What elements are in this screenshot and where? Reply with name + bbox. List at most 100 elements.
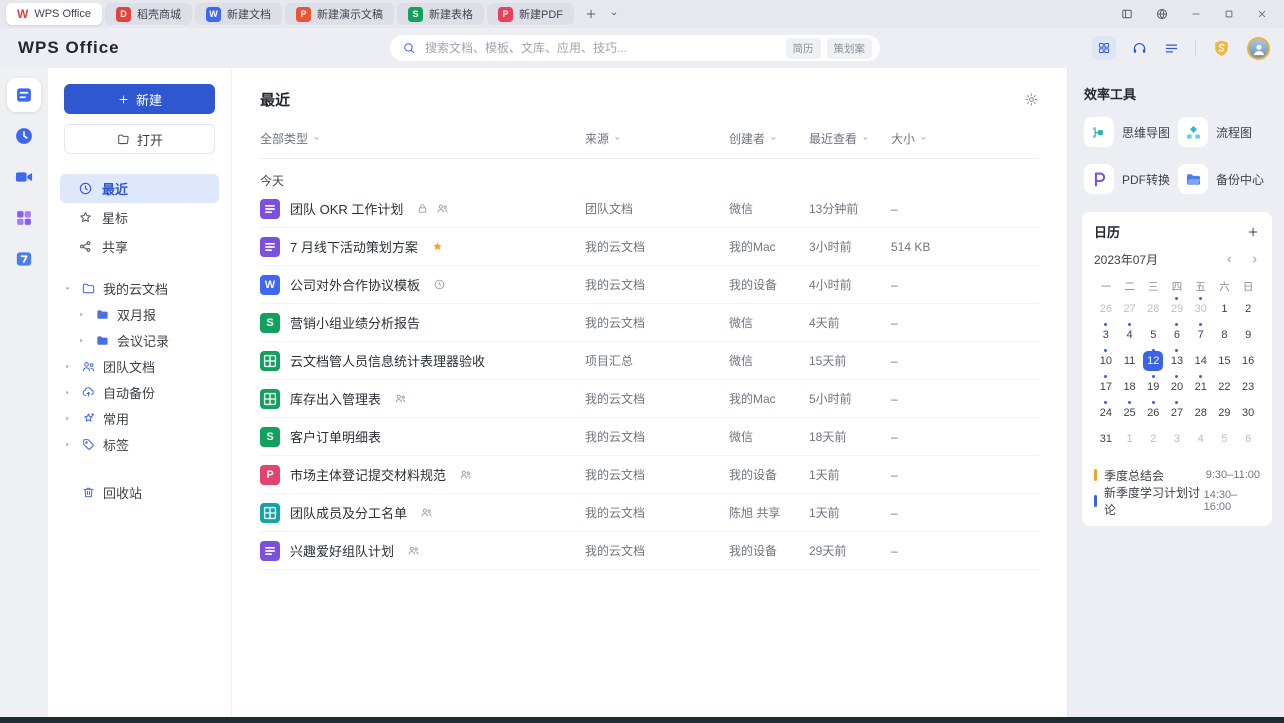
calendar-day[interactable]: 9 [1236,322,1260,348]
file-row-4[interactable]: 云文档管人员信息统计表理器验收 项目汇总 微信 15天前 – [260,342,1039,380]
calendar-day[interactable]: 5 [1141,322,1165,348]
close-window-button[interactable] [1256,8,1268,20]
calendar-day[interactable]: 19 [1141,374,1165,400]
tool-1[interactable]: 流程图 [1178,117,1272,147]
calendar-day[interactable]: 8 [1213,322,1237,348]
tree-item-2[interactable]: 会议记录 [60,327,219,353]
file-row-6[interactable]: S 客户订单明细表 我的云文档 微信 18天前 – [260,418,1039,456]
calendar-day[interactable]: 24 [1094,400,1118,426]
filter-4[interactable]: 大小 [891,130,1039,147]
tool-0[interactable]: 思维导图 [1084,117,1178,147]
calendar-day[interactable]: 30 [1236,400,1260,426]
calendar-day[interactable]: 6 [1165,322,1189,348]
calendar-day[interactable]: 26 [1094,296,1118,322]
sidebar-item-0[interactable]: 最近 [60,174,219,203]
calendar-day[interactable]: 4 [1189,426,1213,452]
search-tag-1[interactable]: 策划案 [826,37,872,59]
calendar-day[interactable]: 5 [1213,426,1237,452]
caret-right-icon[interactable] [60,413,74,424]
titlebar-tab-2[interactable]: W 新建文档 [194,3,282,25]
calendar-day[interactable]: 3 [1094,322,1118,348]
calendar-day[interactable]: 27 [1165,400,1189,426]
calendar-day[interactable]: 10 [1094,348,1118,374]
caret-right-icon[interactable] [74,309,88,320]
svip-badge[interactable] [1211,38,1232,59]
calendar-day[interactable]: 28 [1141,296,1165,322]
titlebar-tab-3[interactable]: P 新建演示文稿 [284,3,394,25]
rail-apps-button[interactable] [7,201,41,235]
tab-list-button[interactable] [608,8,620,20]
calendar-day[interactable]: 2 [1236,296,1260,322]
filter-2[interactable]: 创建者 [729,130,809,147]
rail-meeting-button[interactable] [7,160,41,194]
caret-right-icon[interactable] [60,439,74,450]
tree-item-4[interactable]: 自动备份 [60,379,219,405]
new-tab-button[interactable] [584,7,598,21]
maxi-window-button[interactable] [1223,8,1235,20]
calendar-day[interactable]: 18 [1118,374,1142,400]
calendar-day-selected[interactable]: 12 [1141,348,1165,374]
sidebar-item-2[interactable]: 共享 [60,232,219,261]
calendar-day[interactable]: 26 [1141,400,1165,426]
calendar-day[interactable]: 31 [1094,426,1118,452]
prev-month-button[interactable] [1224,254,1235,265]
rail-calendar-button[interactable] [7,242,41,276]
calendar-day[interactable]: 23 [1236,374,1260,400]
file-row-0[interactable]: 团队 OKR 工作计划 团队文档 微信 13分钟前 – [260,190,1039,228]
tree-item-5[interactable]: 常用 [60,405,219,431]
calendar-day[interactable]: 29 [1165,296,1189,322]
open-file-button[interactable]: 打开 [64,124,215,154]
search-input[interactable] [423,40,779,56]
calendar-day[interactable]: 13 [1165,348,1189,374]
filter-0[interactable]: 全部类型 [260,130,585,147]
calendar-day[interactable]: 11 [1118,348,1142,374]
calendar-day[interactable]: 28 [1189,400,1213,426]
tool-3[interactable]: 备份中心 [1178,164,1272,194]
calendar-day[interactable]: 25 [1118,400,1142,426]
calendar-day[interactable]: 21 [1189,374,1213,400]
caret-right-icon[interactable] [60,387,74,398]
file-row-2[interactable]: W 公司对外合作协议模板 我的云文档 我的设备 4小时前 – [260,266,1039,304]
titlebar-tab-0[interactable]: W WPS Office [6,3,102,25]
calendar-day[interactable]: 22 [1213,374,1237,400]
tree-item-1[interactable]: 双月报 [60,301,219,327]
search-bar[interactable]: 简历策划案 [390,35,880,61]
filter-3[interactable]: 最近查看 [809,130,891,147]
titlebar-tab-1[interactable]: D 稻壳商城 [104,3,192,25]
caret-right-icon[interactable] [60,361,74,372]
calendar-day[interactable]: 1 [1118,426,1142,452]
support-headset-button[interactable] [1131,40,1148,57]
tree-item-3[interactable]: 团队文档 [60,353,219,379]
search-tag-0[interactable]: 简历 [785,37,821,59]
sidebar-recycle-bin[interactable]: 回收站 [60,479,219,505]
calendar-day[interactable]: 17 [1094,374,1118,400]
calendar-event-1[interactable]: 新季度学习计划讨论 14:30–16:00 [1094,486,1260,517]
next-month-button[interactable] [1249,254,1260,265]
calendar-day[interactable]: 4 [1118,322,1142,348]
titlebar-tab-5[interactable]: P 新建PDF [486,3,574,25]
add-event-button[interactable] [1246,225,1260,239]
calendar-day[interactable]: 7 [1189,322,1213,348]
apps-grid-button[interactable] [1092,36,1116,60]
file-row-5[interactable]: 库存出入管理表 我的云文档 我的Mac 5小时前 – [260,380,1039,418]
calendar-day[interactable]: 15 [1213,348,1237,374]
calendar-day[interactable]: 16 [1236,348,1260,374]
user-avatar[interactable] [1247,36,1270,60]
caret-down-icon[interactable] [60,283,74,294]
global-menu-button[interactable] [1163,40,1180,57]
panel-window-button[interactable] [1120,7,1134,21]
file-row-8[interactable]: 团队成员及分工名单 我的云文档 陈旭 共享 1天前 – [260,494,1039,532]
file-row-1[interactable]: 7 月线下活动策划方案 我的云文档 我的Mac 3小时前 514 KB [260,228,1039,266]
file-row-7[interactable]: P 市场主体登记提交材料规范 我的云文档 我的设备 1天前 – [260,456,1039,494]
calendar-day[interactable]: 3 [1165,426,1189,452]
minus-window-button[interactable] [1190,8,1202,20]
calendar-day[interactable]: 20 [1165,374,1189,400]
calendar-day[interactable]: 14 [1189,348,1213,374]
rail-documents-button[interactable] [7,78,41,112]
titlebar-tab-4[interactable]: S 新建表格 [396,3,484,25]
file-row-9[interactable]: 兴趣爱好组队计划 我的云文档 我的设备 29天前 – [260,532,1039,570]
calendar-day[interactable]: 27 [1118,296,1142,322]
calendar-day[interactable]: 30 [1189,296,1213,322]
caret-right-icon[interactable] [74,335,88,346]
sidebar-item-1[interactable]: 星标 [60,203,219,232]
